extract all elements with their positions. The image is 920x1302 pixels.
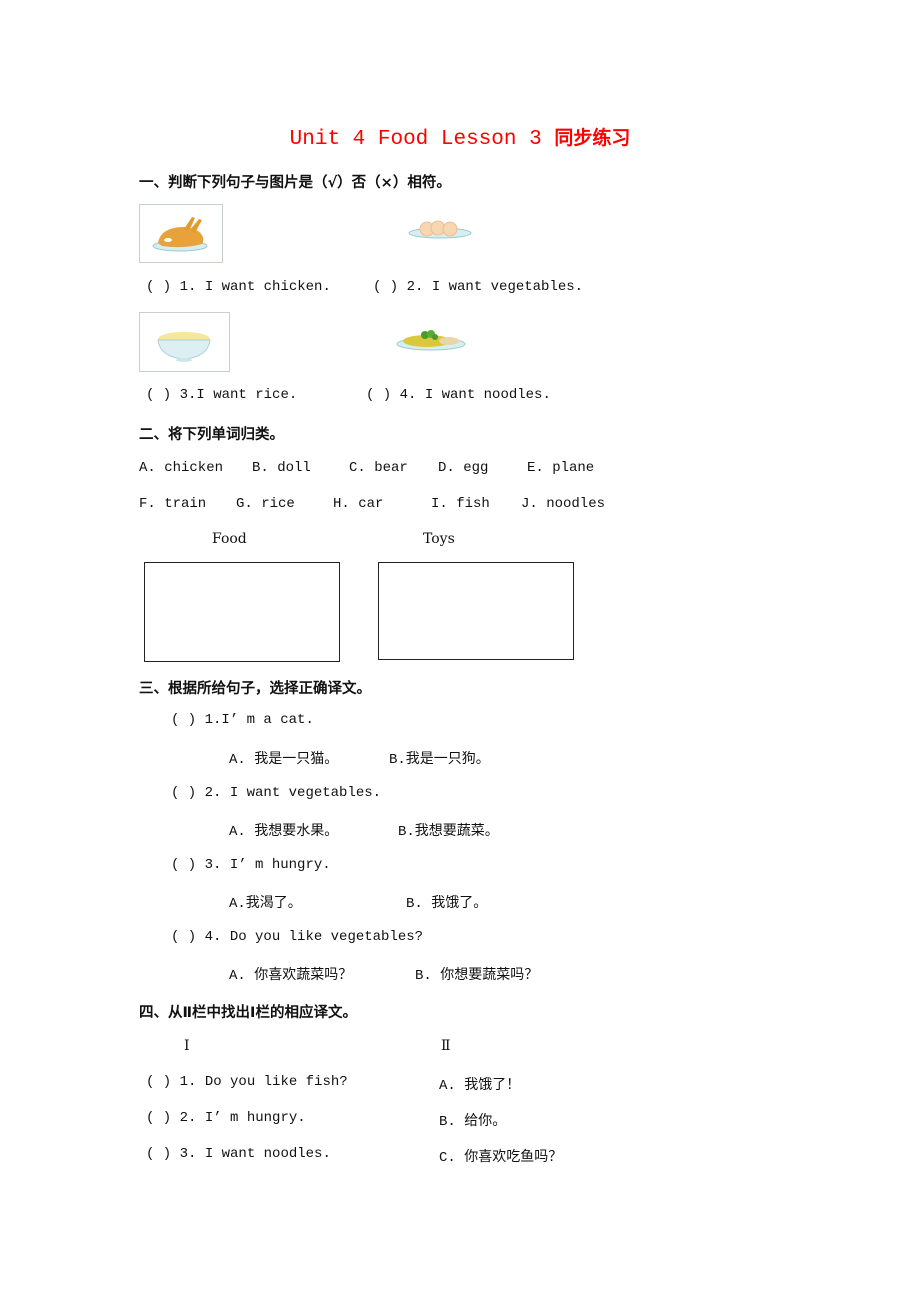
s3-question2: ( ) 2. I want vegetables. [171,785,381,801]
s3-q2-option-a: A. 我想要水果。 [229,824,339,840]
s4-row3-text: 3. I want noodles. [179,1146,331,1162]
word-c: C. bear [349,460,408,476]
page-title: Unit 4 Food Lesson 3 同步练习 [0,123,920,151]
column-1-header: Ⅰ [184,1038,190,1054]
s4-row1-left: ( ) 1. Do you like fish? [146,1074,348,1090]
answer-bracket[interactable]: ( ) [146,1110,171,1126]
title-english: Unit 4 Food Lesson 3 [289,128,555,151]
title-chinese: 同步练习 [554,127,631,149]
answer-bracket[interactable]: ( ) [366,387,391,403]
section4-heading: 四、从Ⅱ栏中找出Ⅰ栏的相应译文。 [139,1005,357,1021]
s4-row3-left: ( ) 3. I want noodles. [146,1146,331,1162]
toys-answer-box[interactable] [378,562,574,660]
roast-chicken-image [139,204,223,263]
column-2-header: Ⅱ [441,1038,451,1054]
word-j: J. noodles [521,496,606,512]
s4-row2-left: ( ) 2. I’ m hungry. [146,1110,306,1126]
s4-row2-text: 2. I’ m hungry. [179,1110,306,1126]
word-e: E. plane [527,460,595,476]
word-h: H. car [333,496,384,512]
s1-item1-text: 1. I want chicken. [179,279,331,295]
s3-q4-option-a: A. 你喜欢蔬菜吗？ [229,968,353,984]
word-f: F. train [139,496,207,512]
s3-q3-option-b: B. 我饿了。 [406,896,488,912]
word-i: I. fish [431,496,490,512]
answer-bracket[interactable]: ( ) [171,712,196,728]
s3-q2-option-b: B.我想要蔬菜。 [398,824,499,840]
section1-heading: 一、判断下列句子与图片是（√）否（×）相符。 [139,175,451,191]
answer-bracket[interactable]: ( ) [171,857,196,873]
s1-item4-text: 4. I want noodles. [399,387,551,403]
answer-bracket[interactable]: ( ) [146,279,171,295]
plate-of-noodles-image [395,326,467,354]
s1-item4: ( ) 4. I want noodles. [366,387,551,403]
word-a: A. chicken [139,460,224,476]
food-answer-box[interactable] [144,562,340,662]
answer-bracket[interactable]: ( ) [146,387,171,403]
section3-heading: 三、根据所给句子，选择正确译文。 [139,681,371,697]
word-b: B. doll [252,460,311,476]
s4-row2-right: B. 给你。 [439,1114,507,1130]
word-d: D. egg [438,460,489,476]
answer-bracket[interactable]: ( ) [146,1146,171,1162]
plate-of-buns-image [405,218,475,243]
s3-q4-option-b: B. 你想要蔬菜吗？ [415,968,539,984]
s3-question1: ( ) 1.I’ m a cat. [171,712,314,728]
word-g: G. rice [236,496,295,512]
answer-bracket[interactable]: ( ) [171,929,196,945]
s1-item2: ( ) 2. I want vegetables. [373,279,583,295]
s4-row1-text: 1. Do you like fish? [179,1074,348,1090]
s1-item2-text: 2. I want vegetables. [406,279,584,295]
s1-item3: ( ) 3.I want rice. [146,387,297,403]
answer-bracket[interactable]: ( ) [373,279,398,295]
s3-question4-text: 4. Do you like vegetables? [204,929,424,945]
category-toys-label: Toys [423,531,455,547]
s3-question3-text: 3. I’ m hungry. [204,857,331,873]
s1-item3-text: 3.I want rice. [179,387,298,403]
s3-question4: ( ) 4. Do you like vegetables? [171,929,423,945]
s3-q1-option-a: A. 我是一只猫。 [229,752,339,768]
s3-question2-text: 2. I want vegetables. [204,785,382,801]
section2-heading: 二、将下列单词归类。 [139,427,284,443]
s3-question3: ( ) 3. I’ m hungry. [171,857,331,873]
s1-item1: ( ) 1. I want chicken. [146,279,331,295]
s3-q1-option-b: B.我是一只狗。 [389,752,490,768]
s4-row1-right: A. 我饿了！ [439,1078,521,1094]
category-food-label: Food [212,531,247,547]
s4-row3-right: C. 你喜欢吃鱼吗？ [439,1150,563,1166]
answer-bracket[interactable]: ( ) [146,1074,171,1090]
answer-bracket[interactable]: ( ) [171,785,196,801]
bowl-of-rice-image [139,312,230,372]
s3-q3-option-a: A.我渴了。 [229,896,302,912]
s3-question1-text: 1.I’ m a cat. [204,712,314,728]
